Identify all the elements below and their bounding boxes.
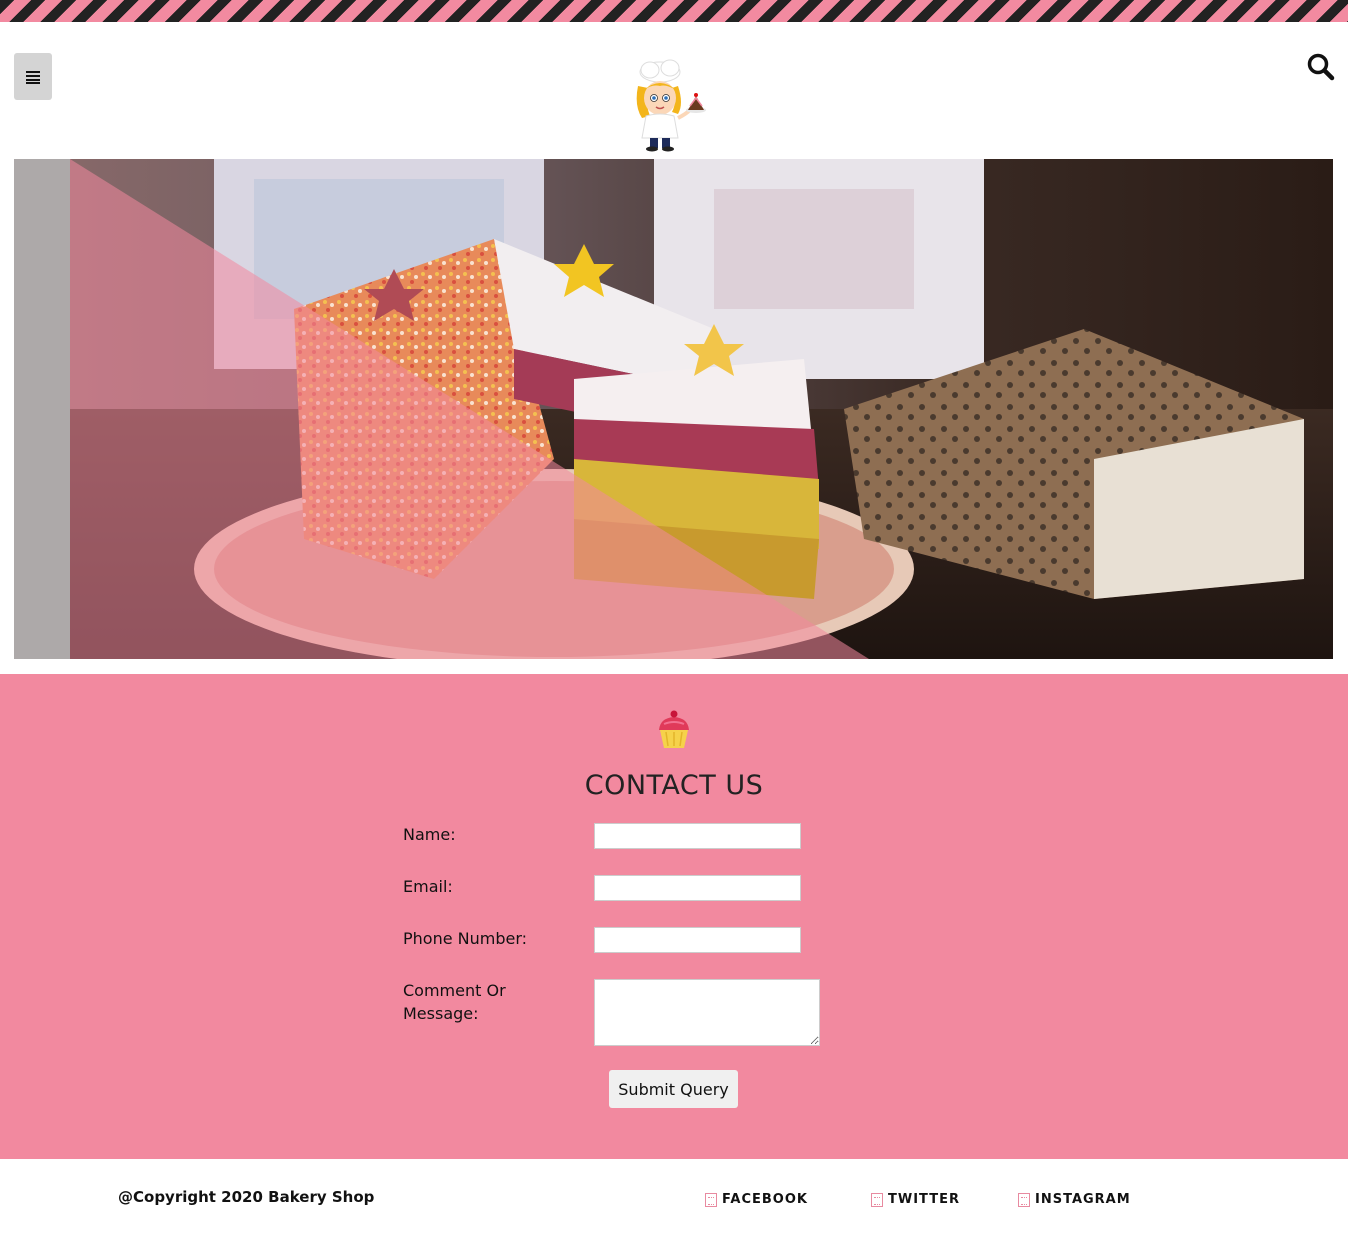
instagram-link[interactable]: INSTAGRAM [1018,1192,1131,1207]
instagram-label: INSTAGRAM [1035,1192,1131,1207]
hero-banner-image [14,159,1333,659]
email-label: Email: [403,877,453,896]
copyright-text: @Copyright 2020 Bakery Shop [118,1188,375,1206]
menu-button[interactable] [14,53,52,100]
facebook-icon [705,1192,717,1207]
twitter-icon [871,1192,883,1207]
cupcake-icon [659,710,689,748]
top-decorative-stripe [0,0,1348,22]
message-label: Comment Or Message: [403,979,506,1025]
name-input[interactable] [594,823,801,849]
cake-photo [14,159,1333,659]
twitter-link[interactable]: TWITTER [871,1192,960,1207]
submit-button[interactable]: Submit Query [609,1070,738,1108]
instagram-icon [1018,1192,1030,1207]
hamburger-menu-icon [26,70,40,84]
twitter-label: TWITTER [888,1192,960,1207]
message-textarea[interactable] [594,979,820,1046]
contact-title: CONTACT US [584,770,764,801]
message-label-line2: Message: [403,1004,479,1023]
search-button[interactable] [1306,52,1336,82]
message-label-line1: Comment Or [403,981,506,1000]
search-icon [1307,53,1335,81]
email-input[interactable] [594,875,801,901]
facebook-link[interactable]: FACEBOOK [705,1192,808,1207]
facebook-label: FACEBOOK [722,1192,808,1207]
name-label: Name: [403,825,456,844]
phone-input[interactable] [594,927,801,953]
phone-label: Phone Number: [403,929,528,948]
chef-girl-mascot-logo[interactable] [620,56,710,152]
